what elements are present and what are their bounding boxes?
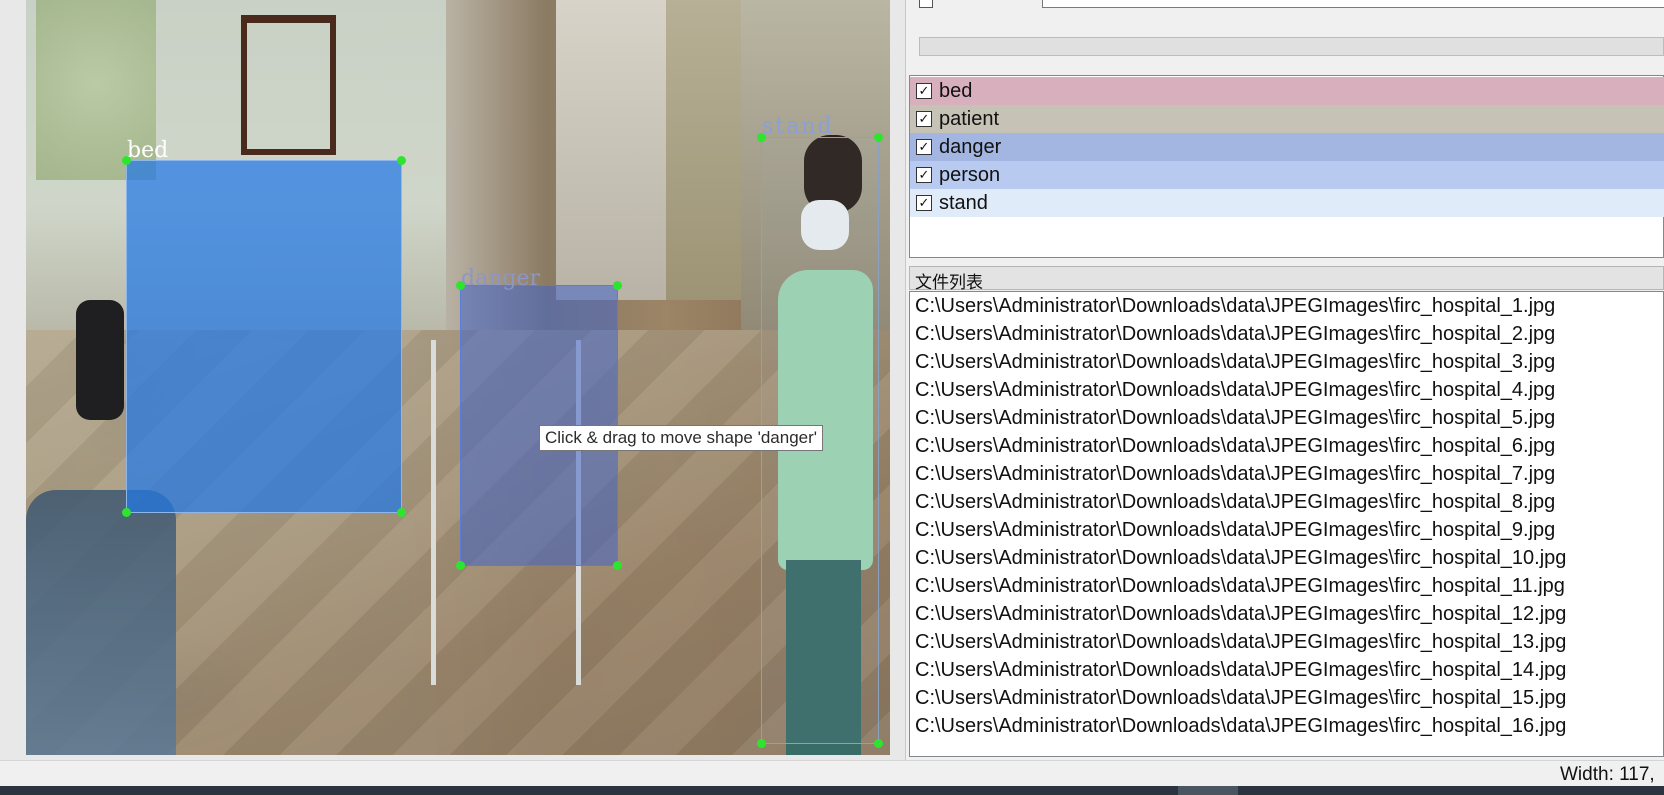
label-list-item[interactable]: ✓ bed bbox=[910, 77, 1664, 105]
label-list-item[interactable]: ✓ stand bbox=[910, 189, 1664, 217]
file-list-item[interactable]: C:\Users\Administrator\Downloads\data\JP… bbox=[915, 575, 1565, 603]
taskbar bbox=[0, 786, 1664, 795]
resize-handle[interactable] bbox=[456, 281, 465, 290]
file-list-item[interactable]: C:\Users\Administrator\Downloads\data\JP… bbox=[915, 631, 1566, 659]
file-list-item[interactable]: C:\Users\Administrator\Downloads\data\JP… bbox=[915, 715, 1566, 743]
file-list-item[interactable]: C:\Users\Administrator\Downloads\data\JP… bbox=[915, 519, 1555, 547]
resize-handle[interactable] bbox=[122, 156, 131, 165]
image-chair bbox=[26, 490, 176, 755]
label-list-item-text: danger bbox=[939, 135, 1002, 158]
resize-handle[interactable] bbox=[874, 739, 883, 748]
file-list-item[interactable]: C:\Users\Administrator\Downloads\data\JP… bbox=[915, 379, 1555, 407]
label-checkbox[interactable]: ✓ bbox=[916, 195, 932, 211]
move-shape-tooltip: Click & drag to move shape 'danger' bbox=[539, 425, 824, 451]
annotation-canvas[interactable]: bed danger stand Click & drag to move sh… bbox=[0, 0, 906, 760]
resize-handle[interactable] bbox=[613, 281, 622, 290]
resize-handle[interactable] bbox=[757, 739, 766, 748]
label-list-item-text: stand bbox=[939, 191, 988, 214]
file-list-item[interactable]: C:\Users\Administrator\Downloads\data\JP… bbox=[915, 603, 1566, 631]
image-door bbox=[556, 0, 666, 300]
resize-handle[interactable] bbox=[397, 156, 406, 165]
label-checkbox[interactable]: ✓ bbox=[916, 139, 932, 155]
file-list-item[interactable]: C:\Users\Administrator\Downloads\data\JP… bbox=[915, 295, 1555, 323]
file-list-item[interactable]: C:\Users\Administrator\Downloads\data\JP… bbox=[915, 407, 1555, 435]
resize-handle[interactable] bbox=[613, 561, 622, 570]
file-list-item[interactable]: C:\Users\Administrator\Downloads\data\JP… bbox=[915, 351, 1555, 379]
status-bar: Width: 117, bbox=[0, 760, 1664, 786]
status-text: Width: 117, bbox=[1560, 764, 1655, 785]
label-list-item[interactable]: ✓ danger bbox=[910, 133, 1664, 161]
image-shelf bbox=[241, 15, 336, 155]
shape-label: bed bbox=[127, 138, 169, 163]
right-dock-panel: ✓ bed ✓ patient ✓ danger ✓ person ✓ stan… bbox=[907, 0, 1664, 760]
labelimg-window: bed danger stand Click & drag to move sh… bbox=[0, 0, 1664, 795]
shape-fill bbox=[127, 161, 401, 512]
shape-label: stand bbox=[762, 114, 834, 139]
shape-bed-box[interactable]: bed bbox=[122, 138, 406, 517]
label-list-item-text: patient bbox=[939, 107, 1000, 130]
label-list-item[interactable]: ✓ patient bbox=[910, 105, 1664, 133]
edit-label-bar[interactable] bbox=[919, 37, 1664, 56]
resize-handle[interactable] bbox=[874, 133, 883, 142]
label-checkbox[interactable]: ✓ bbox=[916, 111, 932, 127]
file-list-item[interactable]: C:\Users\Administrator\Downloads\data\JP… bbox=[915, 435, 1555, 463]
file-list-item[interactable]: C:\Users\Administrator\Downloads\data\JP… bbox=[915, 323, 1555, 351]
label-checkbox[interactable]: ✓ bbox=[916, 167, 932, 183]
file-list-item[interactable]: C:\Users\Administrator\Downloads\data\JP… bbox=[915, 491, 1555, 519]
default-label-checkbox[interactable] bbox=[919, 0, 933, 8]
file-list-item[interactable]: C:\Users\Administrator\Downloads\data\JP… bbox=[915, 659, 1566, 687]
image-doorframe bbox=[666, 0, 741, 300]
label-checkbox[interactable]: ✓ bbox=[916, 83, 932, 99]
file-list-item[interactable]: C:\Users\Administrator\Downloads\data\JP… bbox=[915, 547, 1566, 575]
file-list-header: 文件列表 bbox=[909, 266, 1664, 293]
resize-handle[interactable] bbox=[122, 508, 131, 517]
file-list-title: 文件列表 bbox=[915, 273, 983, 293]
label-list: ✓ bed ✓ patient ✓ danger ✓ person ✓ stan… bbox=[909, 75, 1664, 258]
shape-label: danger bbox=[461, 266, 540, 291]
taskbar-item[interactable] bbox=[1178, 786, 1238, 795]
file-list-item[interactable]: C:\Users\Administrator\Downloads\data\JP… bbox=[915, 687, 1566, 715]
file-list[interactable]: C:\Users\Administrator\Downloads\data\JP… bbox=[909, 291, 1664, 757]
resize-handle[interactable] bbox=[757, 133, 766, 142]
label-list-item-text: person bbox=[939, 163, 1001, 186]
resize-handle[interactable] bbox=[397, 508, 406, 517]
file-list-item[interactable]: C:\Users\Administrator\Downloads\data\JP… bbox=[915, 463, 1555, 491]
label-list-item[interactable]: ✓ person bbox=[910, 161, 1664, 189]
label-list-item-text: bed bbox=[939, 79, 973, 102]
top-controls bbox=[907, 0, 1664, 12]
default-label-input[interactable] bbox=[1042, 0, 1664, 8]
image-bag bbox=[76, 300, 124, 420]
resize-handle[interactable] bbox=[456, 561, 465, 570]
